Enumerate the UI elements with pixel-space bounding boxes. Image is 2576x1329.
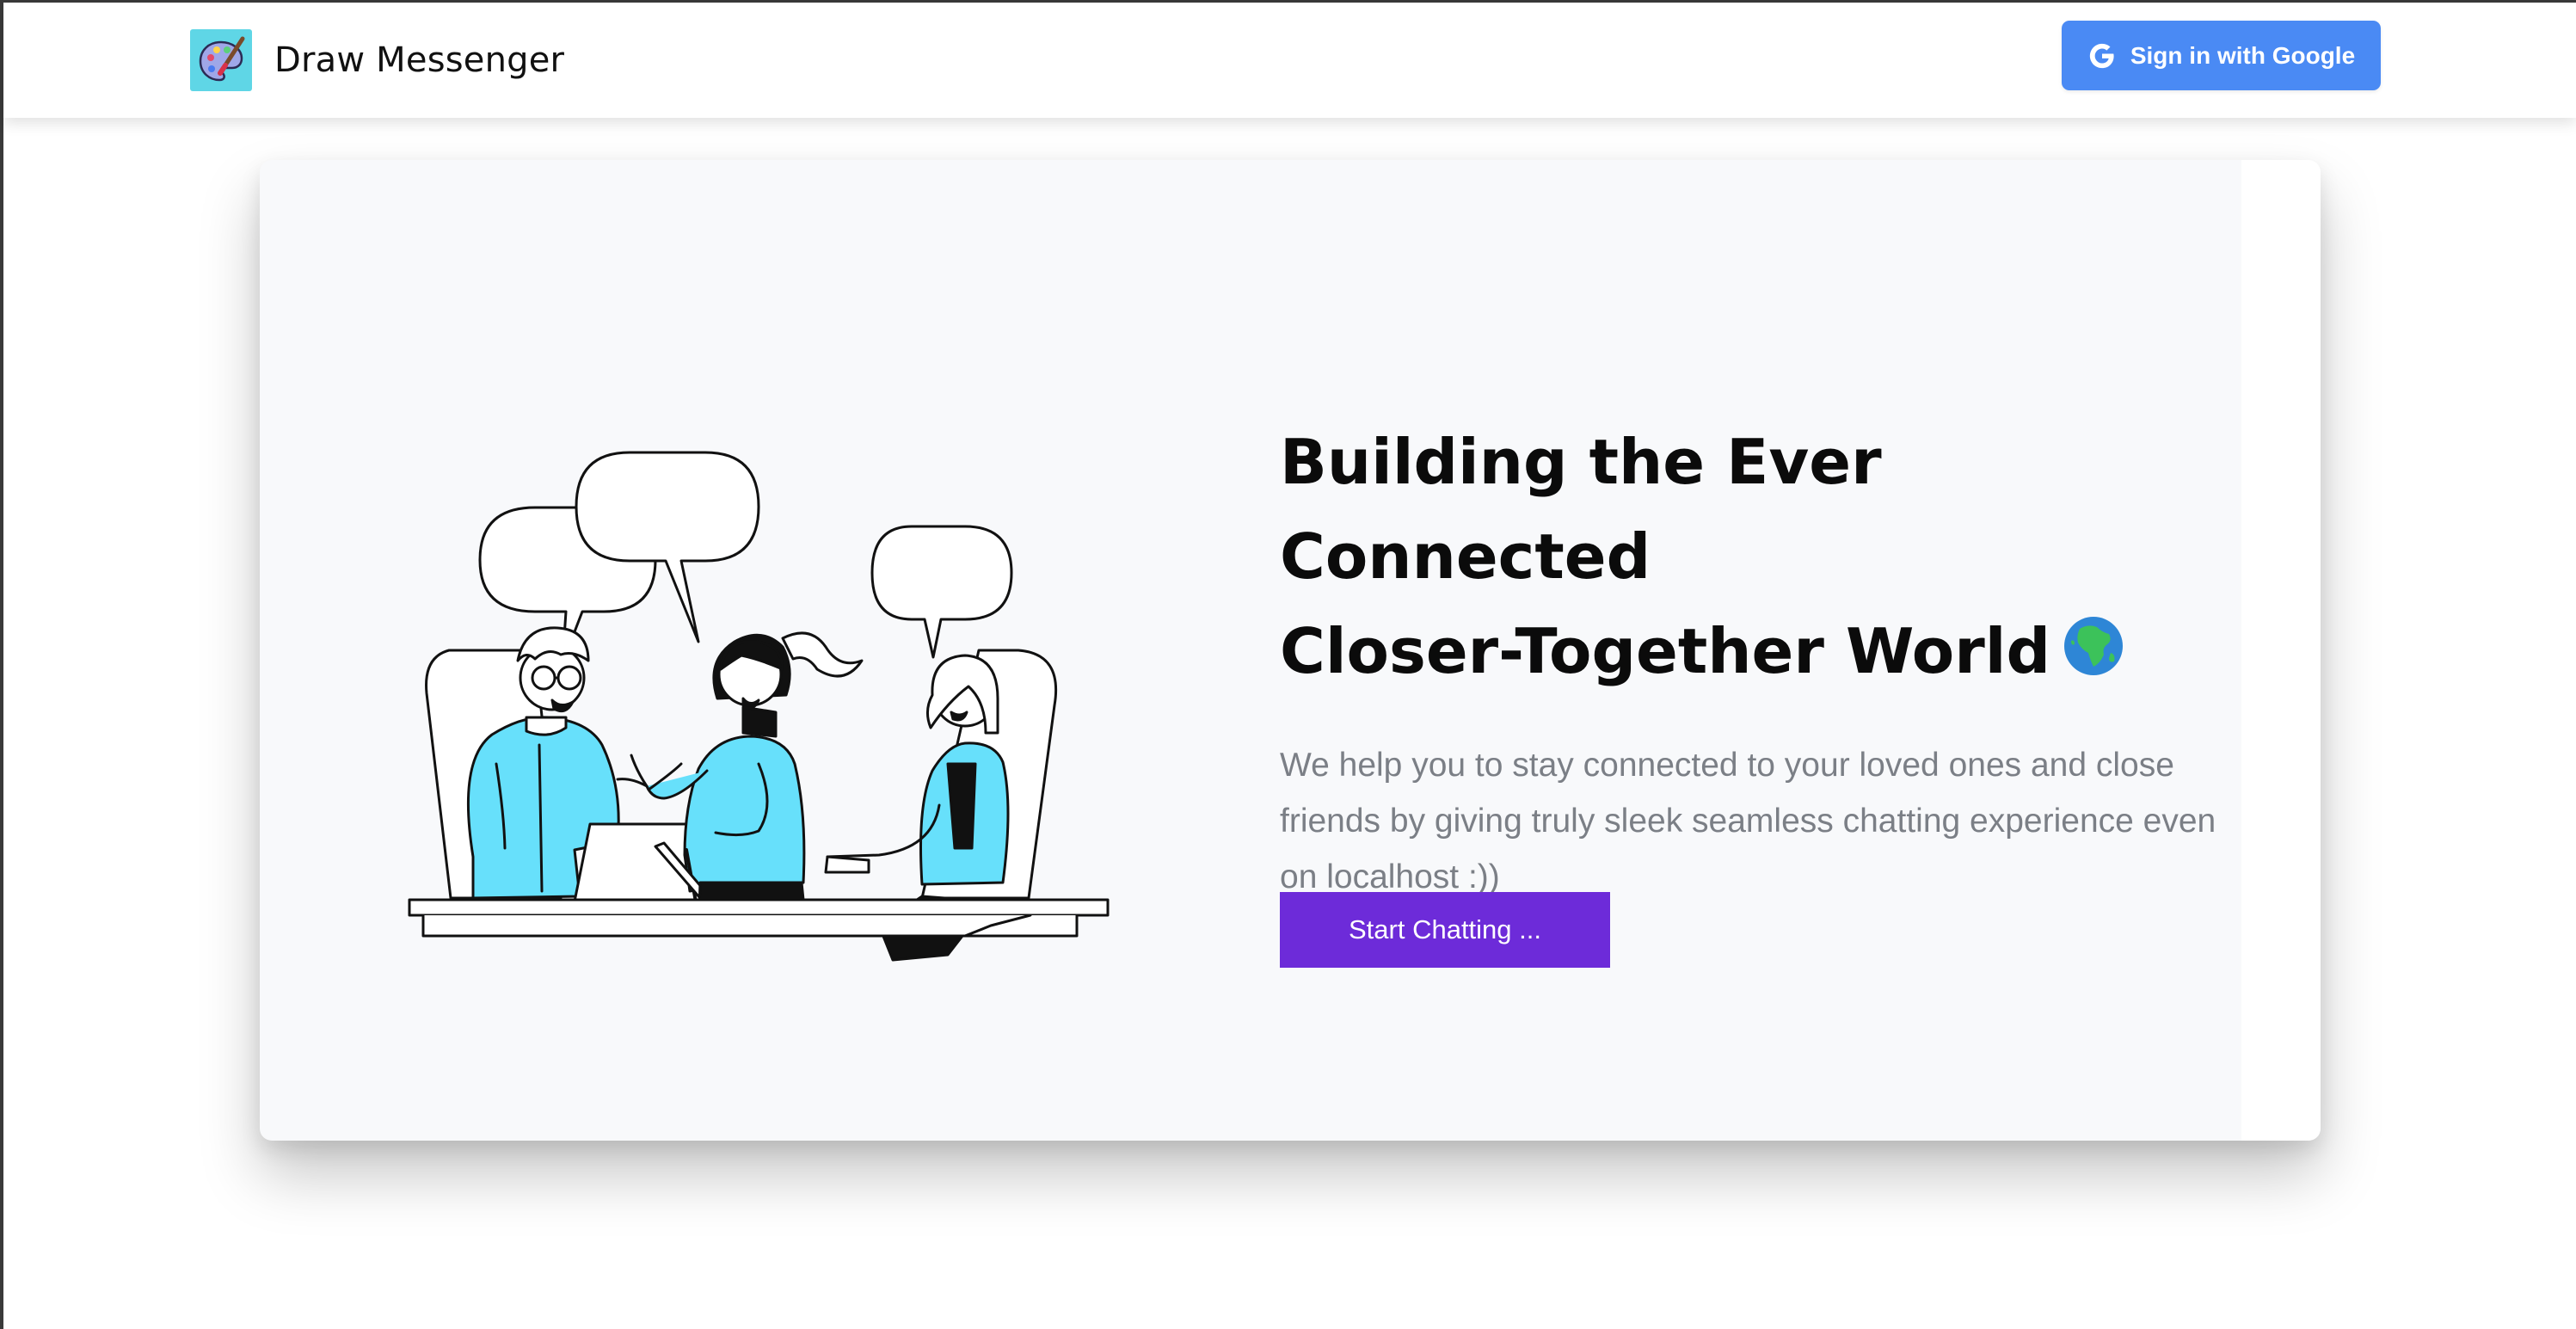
globe-africa-icon	[2063, 608, 2124, 703]
hero-text: Building the Ever Connected Closer-Toget…	[1280, 415, 2252, 938]
app-name: Draw Messenger	[274, 40, 565, 80]
hero-description: We help you to stay connected to your lo…	[1280, 747, 2216, 896]
window-left-border	[0, 0, 3, 1329]
navbar: Draw Messenger Sign in with Google	[3, 3, 2576, 118]
people-chatting-illustration	[397, 444, 1171, 981]
google-g-icon	[2087, 41, 2117, 71]
palette-paintbrush-icon	[190, 29, 252, 91]
headline-line-1: Building the Ever Connected	[1280, 426, 1882, 593]
headline: Building the Ever Connected Closer-Toget…	[1280, 415, 2252, 703]
sign-in-label: Sign in with Google	[2130, 41, 2356, 69]
headline-line-2: Closer-Together World	[1280, 615, 2050, 687]
hero-card: Building the Ever Connected Closer-Toget…	[260, 160, 2321, 1141]
brand[interactable]: Draw Messenger	[190, 29, 564, 91]
sign-in-with-google-button[interactable]: Sign in with Google	[2062, 21, 2381, 90]
start-chatting-button[interactable]: Start Chatting ...	[1280, 892, 1610, 968]
card-right-strip	[2241, 160, 2321, 1141]
